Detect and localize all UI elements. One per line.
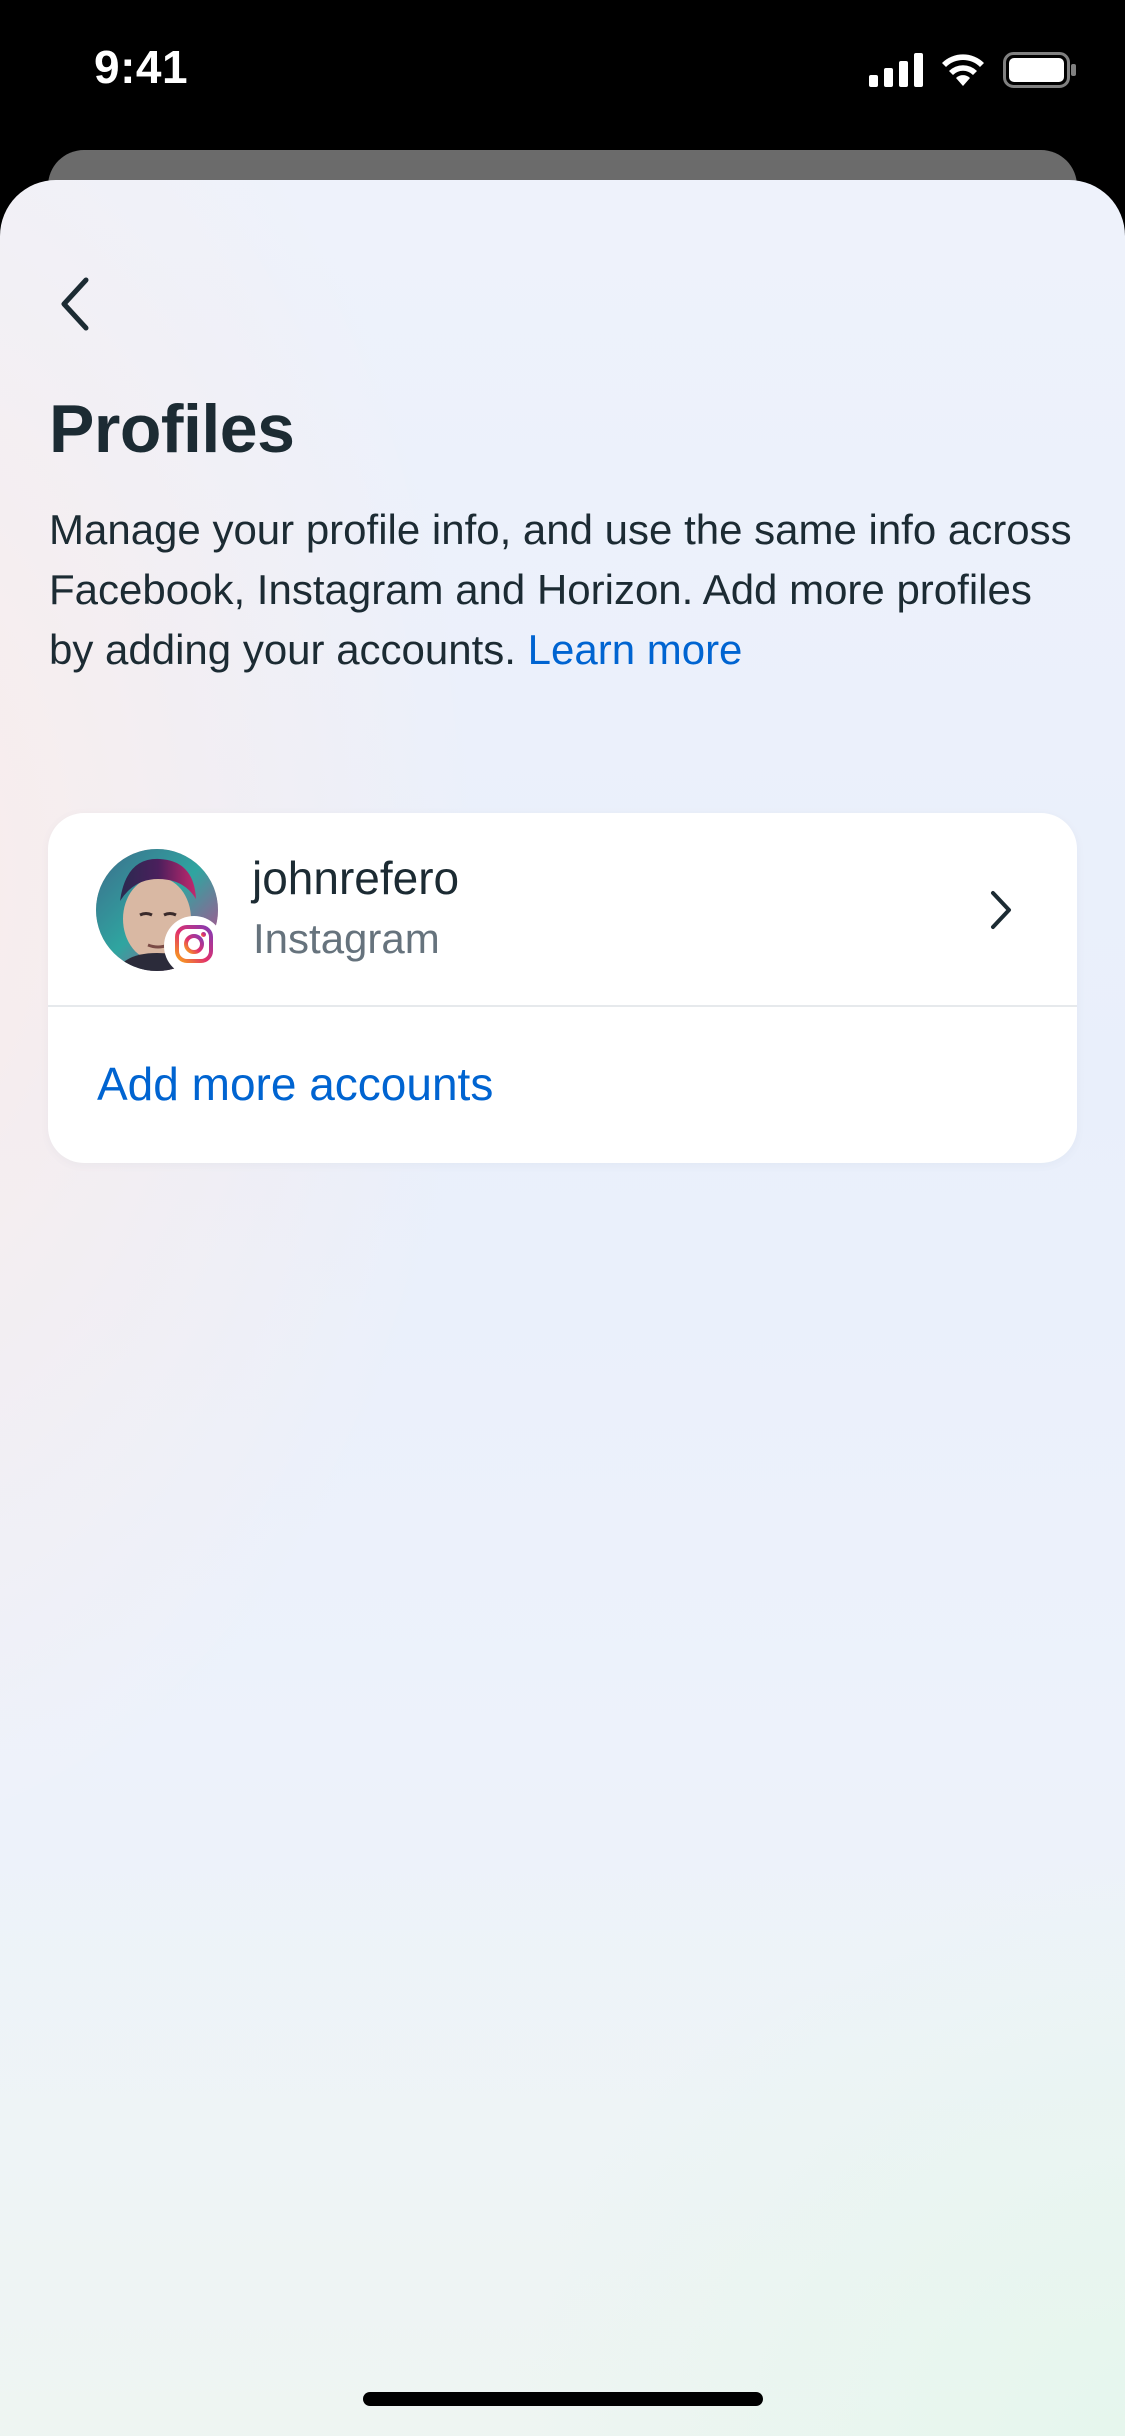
page-title: Profiles [49,391,295,467]
platform-badge [164,916,224,976]
chevron-right-icon [981,885,1021,935]
learn-more-link[interactable]: Learn more [528,626,743,673]
wifi-icon [939,52,987,93]
cellular-signal-icon [869,53,923,92]
battery-icon [1003,52,1077,93]
page-description: Manage your profile info, and use the sa… [49,500,1079,680]
back-button[interactable] [44,274,108,338]
divider [48,1005,1077,1007]
status-bar: 9:41 [0,0,1125,140]
home-indicator [363,2392,763,2406]
accounts-card: johnrefero Instagram Add more accounts [48,813,1077,1163]
screen: 9:41 Profiles Manage your profile info, … [0,0,1125,2436]
instagram-icon [173,923,215,970]
add-more-accounts-button[interactable]: Add more accounts [97,1057,493,1111]
profiles-sheet: Profiles Manage your profile info, and u… [0,180,1125,2436]
status-icons [869,52,1077,93]
chevron-left-icon [56,276,96,337]
status-time: 9:41 [94,41,189,93]
account-username: johnrefero [252,852,460,904]
account-row[interactable]: johnrefero Instagram [48,813,1077,1006]
account-platform: Instagram [253,915,440,962]
